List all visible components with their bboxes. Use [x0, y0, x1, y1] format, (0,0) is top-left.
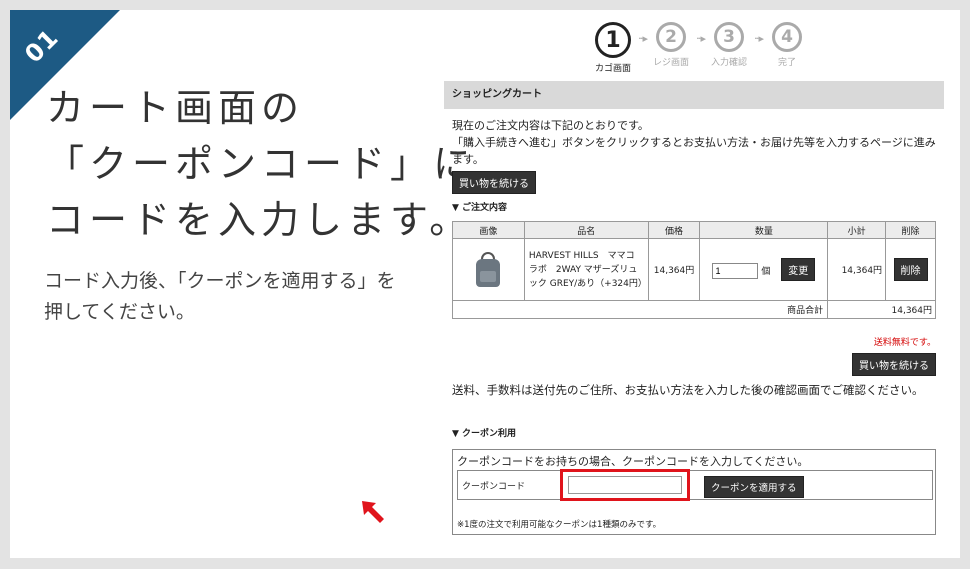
coupon-section-label: ▼ クーポン利用	[452, 429, 517, 439]
step-cart: 1 カゴ画面	[590, 22, 636, 74]
col-image: 画像	[452, 221, 525, 239]
total-row: 商品合計 14,364円	[451, 300, 936, 319]
headline-line-3: コードを入力します。	[46, 198, 473, 242]
apply-coupon-button[interactable]: クーポンを適用する	[704, 476, 804, 498]
arrow-icon: ···▸	[695, 32, 706, 45]
step-1-circle: 1	[595, 22, 631, 58]
cart-intro: 現在のご注文内容は下記のとおりです。 「購入手続きへ進む」ボタンをクリックすると…	[444, 109, 944, 168]
order-section-label: ▼ ご注文内容	[452, 203, 508, 213]
product-image-cell	[452, 238, 525, 301]
headline-line-1: カート画面の	[46, 86, 305, 130]
quantity-input[interactable]	[712, 263, 759, 279]
coupon-box: クーポンコードをお持ちの場合、クーポンコードを入力してください。 クーポンコード…	[452, 449, 936, 535]
step-4-circle: 4	[772, 22, 802, 52]
checkout-steps: 1 カゴ画面 ···▸ 2 レジ画面 ···▸ 3 入力確認 ···▸ 4 完了	[590, 22, 810, 74]
coupon-note: ※1度の注文で利用可能なクーポンは1種類のみです。	[457, 520, 662, 530]
free-shipping-text: 送料無料です。	[873, 338, 936, 348]
shipping-notice: 送料、手数料は送付先のご住所、お支払い方法を入力した後の確認画面でご確認ください…	[452, 383, 924, 397]
qty-cell: 個 変更	[699, 238, 829, 301]
intro-line-2: 「購入手続きへ進む」ボタンをクリックするとお支払い方法・お届け先等を入力するペー…	[452, 136, 936, 166]
delete-cell: 削除	[885, 238, 936, 301]
arrow-icon: ···▸	[637, 32, 648, 45]
instruction-card: 01 カート画面の 「クーポンコード」に コードを入力します。 コード入力後、「…	[10, 10, 960, 558]
coupon-code-input[interactable]	[568, 476, 682, 494]
continue-shopping-button-2[interactable]: 買い物を続ける	[852, 353, 936, 376]
change-qty-button[interactable]: 変更	[781, 258, 816, 281]
product-name[interactable]: HARVEST HILLS ママコラボ 2WAY マザーズリュック GREY/あ…	[523, 238, 649, 301]
table-row: HARVEST HILLS ママコラボ 2WAY マザーズリュック GREY/あ…	[452, 238, 936, 301]
product-subtotal: 14,364円	[827, 238, 887, 301]
col-subtotal: 小計	[827, 221, 887, 239]
product-image[interactable]	[470, 250, 506, 290]
cart-title: ショッピングカート	[444, 81, 944, 109]
product-price: 14,364円	[647, 238, 701, 301]
step-2-circle: 2	[656, 22, 686, 52]
arrow-icon: ···▸	[753, 32, 764, 45]
col-name: 品名	[523, 221, 649, 239]
coupon-message: クーポンコードをお持ちの場合、クーポンコードを入力してください。	[457, 455, 809, 468]
step-confirm: 3 入力確認	[706, 22, 752, 68]
col-price: 価格	[647, 221, 701, 239]
col-delete: 削除	[885, 221, 936, 239]
cart-table: 画像 品名 価格 数量 小計 削除 HARVEST HILLS ママコラボ 2W…	[451, 221, 936, 319]
cart-panel: ショッピングカート 現在のご注文内容は下記のとおりです。 「購入手続きへ進む」ボ…	[444, 81, 944, 547]
step-4-label: 完了	[777, 58, 796, 68]
headline-line-2: 「クーポンコード」に	[46, 142, 477, 186]
coupon-code-label: クーポンコード	[462, 481, 526, 492]
continue-shopping-button[interactable]: 買い物を続ける	[452, 171, 536, 194]
table-header-row: 画像 品名 価格 数量 小計 削除	[452, 221, 936, 239]
step-1-label: カゴ画面	[594, 64, 631, 74]
step-3-circle: 3	[714, 22, 744, 52]
total-value: 14,364円	[827, 300, 936, 319]
step-complete: 4 完了	[764, 22, 810, 68]
coupon-row: クーポンコード クーポンを適用する	[457, 469, 933, 501]
headline: カート画面の 「クーポンコード」に コードを入力します。	[46, 80, 476, 248]
total-label: 商品合計	[451, 300, 829, 319]
step-register: 2 レジ画面	[648, 22, 694, 68]
step-3-label: 入力確認	[710, 58, 747, 68]
step-2-label: レジ画面	[652, 58, 689, 68]
intro-line-1: 現在のご注文内容は下記のとおりです。	[452, 119, 649, 132]
qty-unit: 個	[761, 267, 771, 277]
delete-button[interactable]: 削除	[893, 258, 928, 281]
pointer-arrow-icon	[362, 501, 384, 523]
instruction-description: コード入力後、「クーポンを適用する」を押してください。	[44, 270, 396, 323]
col-qty: 数量	[699, 221, 829, 239]
